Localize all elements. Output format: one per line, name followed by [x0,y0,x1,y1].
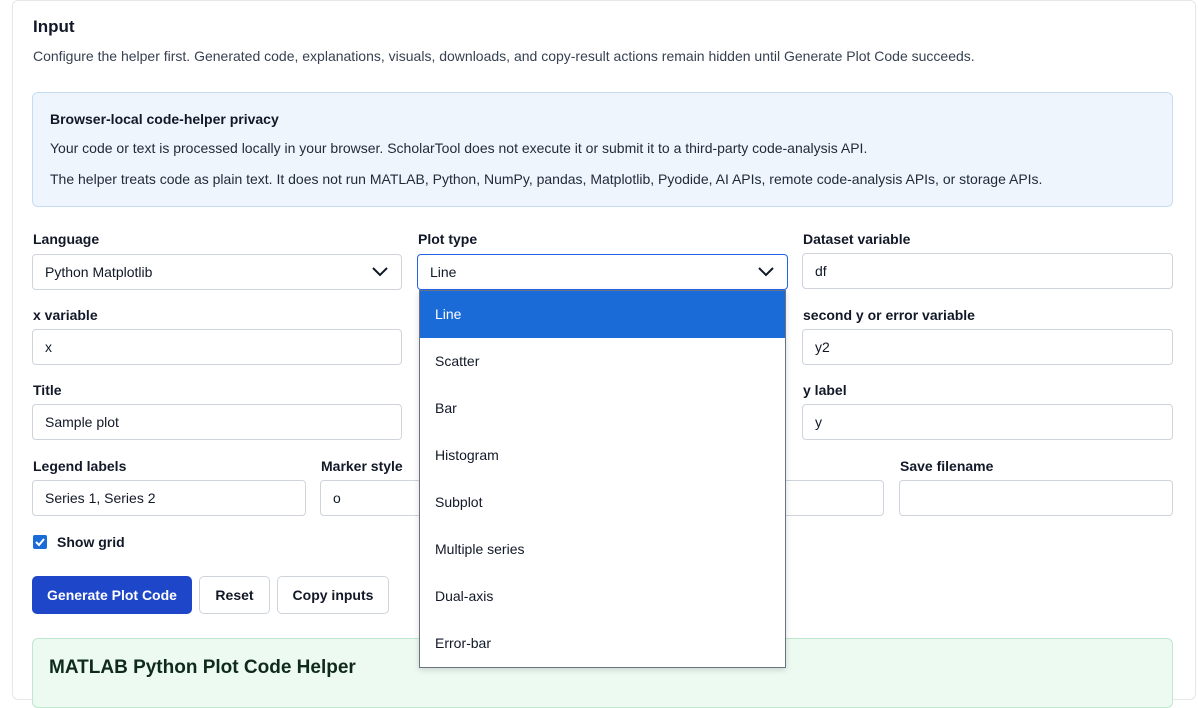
marker-style-label: Marker style [321,458,403,474]
dataset-variable-input[interactable]: df [802,253,1173,289]
legend-labels-label: Legend labels [33,458,127,474]
plot-type-option-dual-axis[interactable]: Dual-axis [420,573,785,620]
plot-type-option-subplot[interactable]: Subplot [420,479,785,526]
plot-type-option-scatter[interactable]: Scatter [420,338,785,385]
language-value: Python Matplotlib [45,264,153,280]
plot-type-select[interactable]: Line [417,254,788,290]
chevron-down-icon [372,267,388,277]
copy-inputs-button[interactable]: Copy inputs [277,576,389,614]
plot-type-option-error-bar[interactable]: Error-bar [420,620,785,667]
section-description: Configure the helper first. Generated co… [33,48,975,64]
plot-type-option-multiple-series[interactable]: Multiple series [420,526,785,573]
checkmark-icon [35,538,45,547]
privacy-line-1: Your code or text is processed locally i… [50,140,868,156]
privacy-notice: Browser-local code-helper privacy Your c… [32,92,1173,207]
plot-type-label: Plot type [418,231,478,247]
language-label: Language [33,231,100,247]
section-title: Input [33,17,75,36]
y-label-label: y label [803,382,847,398]
plot-type-option-line[interactable]: Line [420,291,785,338]
chevron-down-icon [758,267,774,277]
title-label: Title [33,382,62,398]
generate-plot-code-button[interactable]: Generate Plot Code [32,576,192,614]
privacy-title: Browser-local code-helper privacy [50,111,279,127]
plot-type-value: Line [430,264,457,280]
plot-type-option-bar[interactable]: Bar [420,385,785,432]
result-title: MATLAB Python Plot Code Helper [49,657,356,678]
privacy-line-2: The helper treats code as plain text. It… [50,171,1043,187]
second-y-input[interactable]: y2 [802,329,1173,365]
legend-labels-input[interactable]: Series 1, Series 2 [32,480,306,516]
second-y-label: second y or error variable [803,307,975,323]
reset-button[interactable]: Reset [199,576,270,614]
save-filename-label: Save filename [900,458,994,474]
plot-type-dropdown: Line Scatter Bar Histogram Subplot Multi… [419,290,786,668]
title-input[interactable]: Sample plot [32,404,402,440]
plot-type-option-histogram[interactable]: Histogram [420,432,785,479]
language-select[interactable]: Python Matplotlib [32,254,402,290]
x-variable-input[interactable]: x [32,329,402,365]
save-filename-input[interactable] [899,480,1173,516]
x-variable-label: x variable [33,307,98,323]
show-grid-label: Show grid [57,534,125,550]
y-label-input[interactable]: y [802,404,1173,440]
dataset-variable-label: Dataset variable [803,231,911,247]
show-grid-checkbox[interactable] [33,535,47,549]
